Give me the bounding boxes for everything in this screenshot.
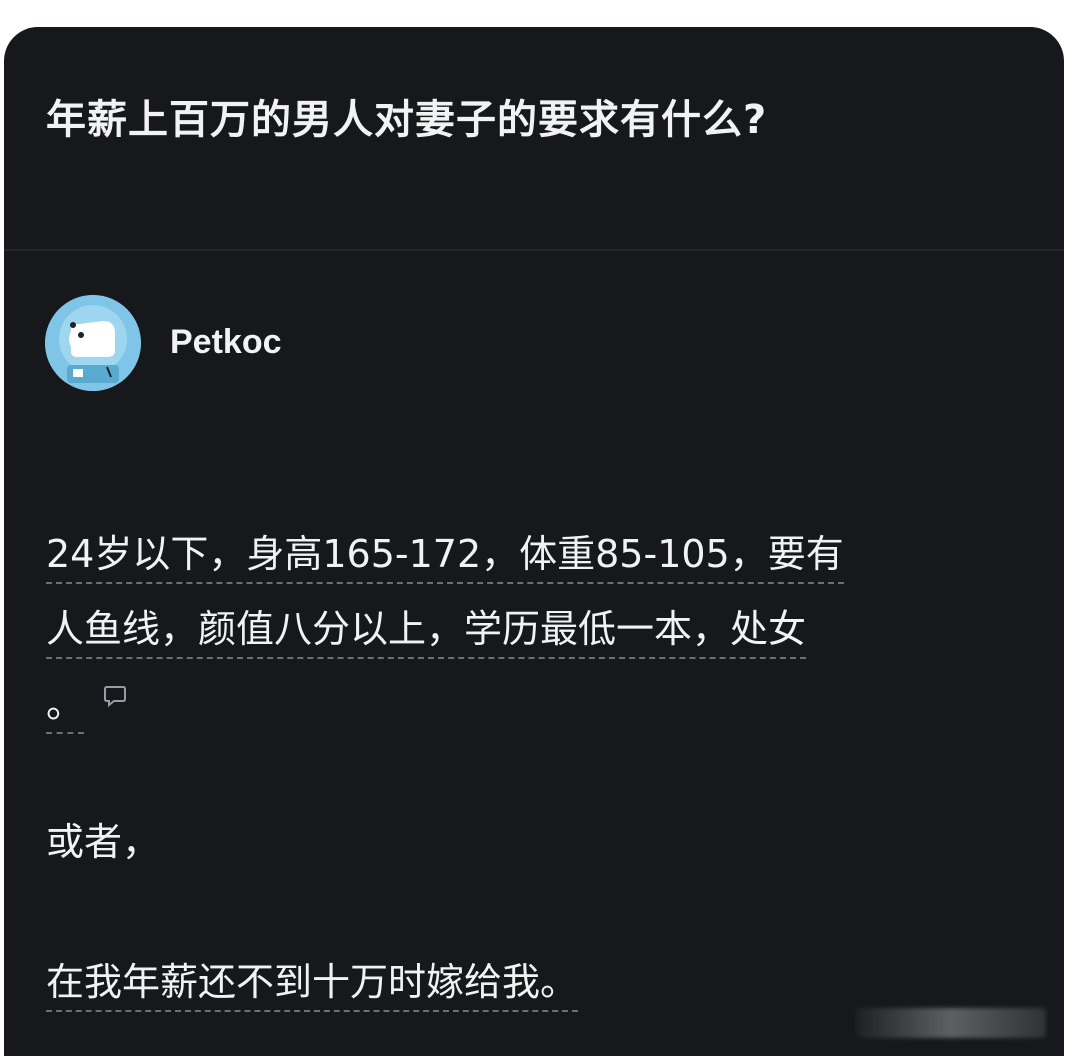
watermark xyxy=(856,1008,1046,1038)
answer-line-1: 24岁以下，身高165-172，体重85-105，要有 xyxy=(46,532,844,584)
dog-astronaut-icon xyxy=(45,295,141,391)
author-name[interactable]: Petkoc xyxy=(170,323,282,362)
question-title[interactable]: 年薪上百万的男人对妻子的要求有什么? xyxy=(46,87,767,145)
divider xyxy=(4,249,1064,251)
answer-card: 年薪上百万的男人对妻子的要求有什么? Petkoc 24岁以下，身高165-17… xyxy=(4,27,1064,1056)
answer-line-5: 在我年薪还不到十万时嫁给我。 xyxy=(46,960,579,1012)
answer-line-4: 或者， xyxy=(46,820,161,864)
answer-line-3: 。 xyxy=(46,682,85,734)
comment-bubble-icon[interactable] xyxy=(102,659,128,734)
answer-body: 24岁以下，身高165-172，体重85-105，要有 人鱼线，颜值八分以上，学… xyxy=(46,517,1006,744)
avatar[interactable] xyxy=(45,295,141,391)
answer-line-2: 人鱼线，颜值八分以上，学历最低一本，处女 xyxy=(46,607,807,659)
